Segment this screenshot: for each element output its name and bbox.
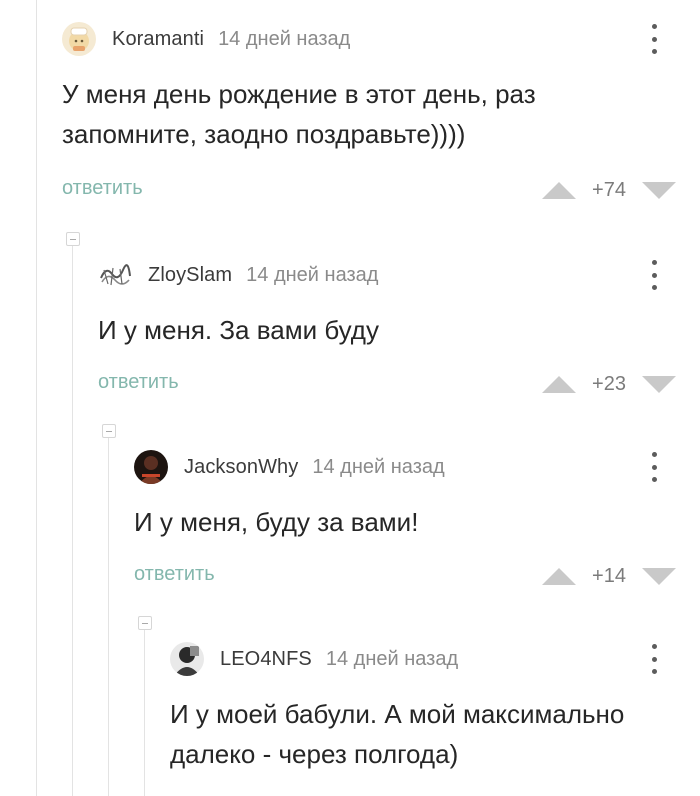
downvote-icon[interactable] [642, 181, 676, 199]
comment-text: И у меня. За вами буду [98, 315, 379, 345]
thread-line-level-3 [108, 438, 109, 796]
collapse-thread-button[interactable] [138, 616, 152, 630]
comment-text: И у моей бабули. А мой максимально далек… [170, 699, 625, 769]
downvote-icon[interactable] [642, 375, 676, 393]
reply-button[interactable]: ответить [98, 371, 179, 394]
vote-controls: +74 [542, 178, 676, 202]
more-options-icon[interactable] [644, 260, 664, 290]
comment-username[interactable]: LEO4NFS [220, 648, 312, 671]
upvote-icon[interactable] [542, 375, 576, 393]
cartoon-avatar-icon[interactable] [62, 22, 96, 56]
bw-photo-avatar-icon[interactable] [170, 642, 204, 676]
comment: JacksonWhy 14 дней назад И у меня, буду … [134, 450, 700, 600]
more-options-icon[interactable] [644, 644, 664, 674]
upvote-icon[interactable] [542, 567, 576, 585]
collapse-thread-button[interactable] [102, 424, 116, 438]
comment: LEO4NFS 14 дней назад И у моей бабули. А… [170, 642, 700, 796]
comment-username[interactable]: JacksonWhy [184, 456, 298, 479]
vote-controls: +14 [542, 564, 676, 588]
comment-header: LEO4NFS 14 дней назад [170, 642, 458, 676]
upvote-icon[interactable] [542, 181, 576, 199]
comment-header: ZloySlam 14 дней назад [98, 258, 378, 292]
thread-line-level-1 [36, 0, 37, 796]
comment-timestamp: 14 дней назад [325, 647, 459, 670]
comment-score: +74 [592, 178, 626, 201]
comment-score: +14 [592, 564, 626, 587]
thread-line-level-4 [144, 630, 145, 796]
comment-header: JacksonWhy 14 дней назад [134, 450, 445, 484]
comment-text: И у меня, буду за вами! [134, 507, 419, 537]
comment-username[interactable]: Koramanti [112, 28, 204, 51]
comment: Koramanti 14 дней назад У меня день рожд… [62, 22, 700, 212]
comment-timestamp: 14 дней назад [312, 455, 445, 478]
dark-photo-avatar-icon[interactable] [134, 450, 168, 484]
more-options-icon[interactable] [644, 452, 664, 482]
comment-score: +23 [592, 372, 626, 395]
comment-header: Koramanti 14 дней назад [62, 22, 350, 56]
comment-timestamp: 14 дней назад [246, 263, 379, 286]
comment-username[interactable]: ZloySlam [148, 264, 232, 287]
downvote-icon[interactable] [642, 567, 676, 585]
comment: ZloySlam 14 дней назад И у меня. За вами… [98, 258, 700, 408]
vote-controls: +23 [542, 372, 676, 396]
graffiti-avatar-icon[interactable] [98, 258, 132, 292]
thread-line-level-2 [72, 246, 73, 796]
more-options-icon[interactable] [644, 24, 664, 54]
reply-button[interactable]: ответить [62, 177, 143, 200]
reply-button[interactable]: ответить [134, 563, 215, 586]
collapse-thread-button[interactable] [66, 232, 80, 246]
comment-text: У меня день рождение в этот день, раз за… [62, 79, 536, 149]
comment-timestamp: 14 дней назад [218, 27, 351, 50]
